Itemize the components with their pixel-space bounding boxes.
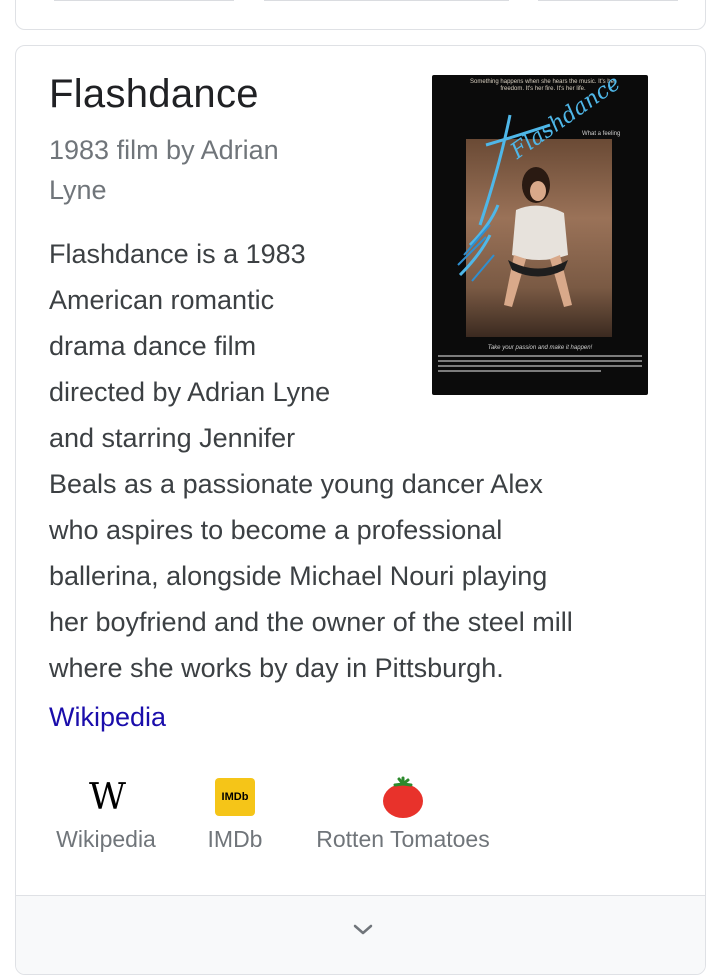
description-line: Beals as a passionate young dancer Alex [49, 469, 543, 499]
description-line: drama dance film [49, 331, 257, 361]
expand-button[interactable] [16, 896, 705, 974]
profile-label: IMDb [207, 826, 263, 852]
description-line: and starring Jennifer [49, 423, 296, 453]
profile-rotten-tomatoes[interactable]: Rotten Tomatoes [305, 774, 501, 853]
previous-card [15, 0, 706, 30]
page-title: Flashdance [49, 72, 259, 116]
description-line: Flashdance is a 1983 [49, 239, 306, 269]
profile-wikipedia[interactable]: W Wikipedia [49, 774, 163, 853]
description-line: American romantic [49, 285, 275, 315]
profile-label: Wikipedia [56, 826, 156, 852]
knowledge-panel: Flashdance 1983 film by Adrian Lyne Some… [15, 45, 706, 975]
description: Flashdance is a 1983 American romantic d… [49, 231, 679, 691]
description-line: directed by Adrian Lyne [49, 377, 331, 407]
description-line: ballerina, alongside Michael Nouri playi… [49, 561, 548, 591]
imdb-icon: IMDb [215, 778, 255, 816]
profile-label: Rotten Tomatoes [316, 826, 490, 852]
poster-small-text: What a feeling [582, 131, 621, 137]
subtitle: 1983 film by Adrian Lyne [49, 130, 349, 210]
subtitle-line: Lyne [49, 175, 107, 205]
subtitle-line: 1983 film by Adrian [49, 135, 279, 165]
description-line: her boyfriend and the owner of the steel… [49, 607, 573, 637]
tomato-icon [383, 776, 423, 818]
description-line: who aspires to become a professional [49, 515, 503, 545]
wikipedia-source-link[interactable]: Wikipedia [49, 694, 166, 740]
divider [538, 0, 678, 1]
wikipedia-icon: W [88, 776, 126, 818]
profile-imdb[interactable]: IMDb IMDb [203, 774, 267, 853]
chevron-down-icon [353, 924, 373, 935]
divider [54, 0, 234, 1]
divider [264, 0, 509, 1]
description-line: where she works by day in Pittsburgh. [49, 653, 504, 683]
